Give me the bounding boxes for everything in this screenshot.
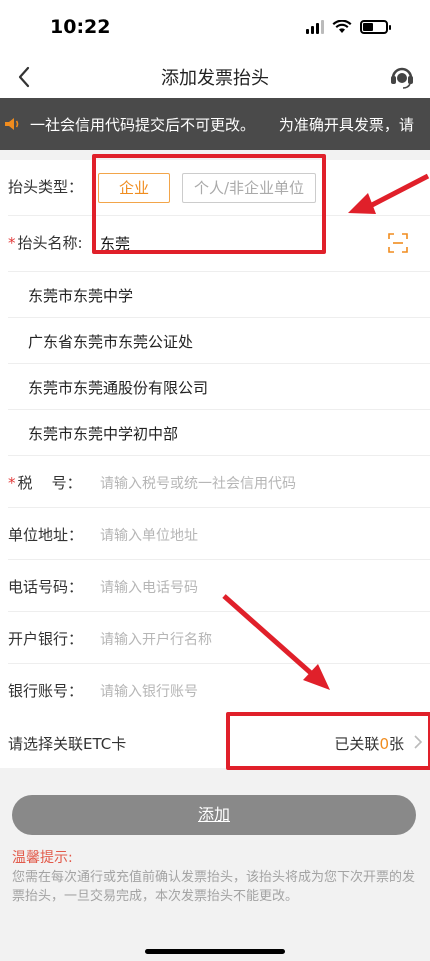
etc-card-label: 请选择关联ETC卡 [8, 735, 127, 753]
title-name-label: 抬头名称: [17, 234, 83, 252]
status-bar: 10:22 [0, 0, 430, 56]
required-mark: * [8, 474, 16, 492]
notice-bar: 一社会信用代码提交后不可更改。 为准确开具发票，请 [0, 98, 430, 150]
required-mark: * [8, 234, 16, 252]
tax-number-input[interactable]: 请输入税号或统一社会信用代码 [100, 473, 296, 493]
headset-icon[interactable] [388, 63, 416, 91]
account-label: 银行账号： [8, 682, 84, 700]
phone-input[interactable]: 请输入电话号码 [100, 577, 198, 597]
annotation-box [92, 154, 326, 254]
status-icons [306, 20, 391, 34]
page-title: 添加发票抬头 [161, 68, 269, 89]
address-input[interactable]: 请输入单位地址 [100, 525, 198, 545]
address-label: 单位地址： [8, 526, 84, 544]
status-time: 10:22 [50, 16, 111, 38]
phone-label: 电话号码： [8, 578, 84, 596]
bank-input[interactable]: 请输入开户行名称 [100, 629, 212, 649]
wifi-icon [332, 20, 352, 33]
suggestion-item[interactable]: 广东省东莞市东莞公证处 [8, 318, 430, 364]
suggestion-item[interactable]: 东莞市东莞中学初中部 [8, 410, 430, 456]
suggestion-item[interactable]: 东莞市东莞中学 [8, 272, 430, 318]
account-row: 银行账号： 请输入银行账号 [8, 664, 430, 716]
signal-icon [306, 20, 324, 34]
home-indicator [145, 949, 285, 954]
title-type-label: 抬头类型： [8, 178, 84, 196]
annotation-box [226, 712, 430, 770]
add-button[interactable]: 添加 [12, 795, 416, 835]
notice-text: 一社会信用代码提交后不可更改。 为准确开具发票，请 [30, 116, 414, 134]
tax-number-label: 税 号： [17, 474, 82, 492]
suggestion-item[interactable]: 东莞市东莞通股份有限公司 [8, 364, 430, 410]
phone-row: 电话号码： 请输入电话号码 [8, 560, 430, 612]
address-row: 单位地址： 请输入单位地址 [8, 508, 430, 560]
battery-icon [360, 20, 391, 34]
tax-number-row: * 税 号： 请输入税号或统一社会信用代码 [8, 456, 430, 508]
tips-title: 温馨提示: [12, 850, 73, 866]
nav-bar: 添加发票抬头 [0, 56, 430, 98]
scan-icon[interactable] [388, 233, 408, 253]
speaker-icon [5, 118, 19, 130]
tips-body: 您需在每次通行或充值前确认发票抬头，该抬头将成为您下次开票的发票抬头，一旦交易完… [12, 870, 416, 904]
bank-row: 开户银行： 请输入开户行名称 [8, 612, 430, 664]
account-input[interactable]: 请输入银行账号 [100, 681, 198, 701]
bank-label: 开户银行： [8, 630, 84, 648]
